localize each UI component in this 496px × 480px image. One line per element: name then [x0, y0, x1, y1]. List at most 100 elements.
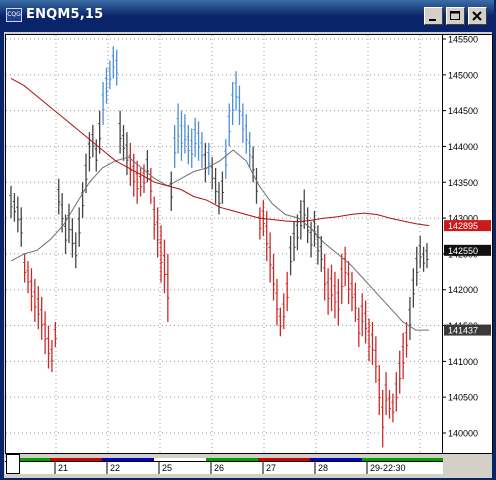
price-bar — [57, 178, 61, 215]
price-bar — [268, 232, 272, 283]
price-bar — [234, 71, 238, 111]
price-tick-label: 145500 — [448, 35, 478, 45]
price-bar — [360, 293, 364, 337]
session-color-segment — [154, 458, 206, 461]
price-bar — [353, 282, 357, 322]
price-bar — [275, 278, 279, 326]
price-bar — [289, 236, 293, 276]
maximize-button[interactable] — [446, 7, 465, 25]
session-color-segment — [206, 458, 258, 461]
price-bar — [404, 321, 409, 358]
chart-area[interactable] — [5, 34, 443, 454]
price-bar — [401, 332, 405, 380]
price-bar — [254, 167, 259, 204]
price-bar — [207, 142, 211, 176]
price-bar — [176, 103, 180, 154]
price-bar — [316, 225, 320, 265]
close-button[interactable] — [468, 7, 487, 25]
price-bar — [16, 196, 20, 233]
price-bar — [128, 142, 132, 186]
price-bar — [111, 46, 115, 79]
close-icon — [472, 11, 482, 21]
price-bar — [346, 261, 351, 305]
price-bar — [237, 85, 242, 125]
price-bar — [210, 157, 214, 190]
price-bar — [387, 390, 392, 419]
price-bar — [343, 246, 347, 287]
price-bar — [336, 278, 340, 326]
window-title: ENQM5,15 — [26, 7, 104, 22]
price-bar — [46, 325, 51, 369]
price-marker-label: 142550 — [448, 246, 478, 256]
price-bar — [50, 339, 54, 373]
price-axis-scale: 1455001450001445001440001435001430001425… — [443, 35, 491, 439]
price-bar — [421, 246, 426, 272]
price-bar — [411, 268, 415, 308]
price-bar — [77, 207, 81, 247]
price-bar — [193, 117, 197, 158]
price-bar — [231, 81, 235, 125]
price-tick-label: 142000 — [448, 285, 478, 295]
minimize-button[interactable] — [424, 7, 443, 25]
price-bar — [340, 253, 344, 305]
price-bar — [179, 110, 184, 161]
price-bar — [186, 124, 190, 165]
price-bar — [108, 60, 112, 90]
price-bar — [357, 307, 361, 348]
price-bar — [190, 128, 194, 168]
time-tick-label: 22 — [110, 463, 120, 473]
price-bar — [115, 49, 119, 86]
price-bar — [101, 81, 105, 125]
price-bar — [125, 132, 129, 176]
time-axis[interactable]: 21 22 25 26 27 28 29-22:30 — [5, 458, 443, 474]
price-tick-label: 140000 — [448, 429, 478, 439]
price-bar — [138, 167, 143, 197]
price-bar — [271, 253, 276, 301]
time-tick-label: 27 — [266, 463, 276, 473]
minimize-icon — [429, 19, 436, 21]
price-bar — [224, 139, 228, 179]
chart-app-icon[interactable]: CQG — [6, 8, 22, 22]
price-bar — [104, 67, 109, 104]
price-bar — [408, 296, 412, 340]
price-bar — [295, 214, 300, 251]
maximize-icon — [450, 11, 460, 20]
price-bar — [121, 124, 126, 161]
price-bar — [149, 167, 153, 204]
price-bar — [43, 311, 47, 355]
price-bar — [312, 210, 317, 247]
price-axis[interactable]: 1455001450001445001440001435001430001425… — [443, 34, 493, 454]
price-tick-label: 145000 — [448, 70, 478, 80]
price-marker-grey: 141437 — [444, 324, 491, 336]
price-bar — [217, 182, 221, 215]
price-tick-label: 141000 — [448, 357, 478, 367]
session-color-segment — [19, 458, 50, 461]
price-bar — [425, 243, 429, 269]
price-bar — [227, 103, 231, 147]
scroll-corner-box[interactable] — [6, 454, 20, 474]
time-tick-label: 29-22:30 — [370, 463, 406, 473]
time-tick-label: 21 — [58, 463, 68, 473]
price-bar — [248, 132, 252, 168]
time-tick-label: 25 — [162, 463, 172, 473]
price-bar — [156, 207, 160, 258]
price-bar — [81, 182, 85, 219]
price-bar — [415, 246, 419, 287]
price-bar — [166, 253, 170, 322]
price-bar — [74, 232, 78, 269]
price-bar — [370, 321, 375, 365]
price-bar — [36, 286, 40, 330]
price-bar — [33, 278, 37, 322]
price-tick-label: 140500 — [448, 393, 478, 403]
price-bar — [67, 203, 71, 244]
price-marker-red: 142895 — [444, 220, 491, 232]
session-color-segment — [258, 458, 310, 461]
price-tick-label: 144000 — [448, 142, 478, 152]
time-tick-label: 26 — [214, 463, 224, 473]
price-bar — [40, 296, 44, 340]
price-tick-label: 143500 — [448, 178, 478, 188]
title-bar[interactable]: CQG ENQM5,15 — [0, 0, 494, 32]
price-bar — [220, 171, 225, 204]
price-bar — [244, 114, 248, 154]
price-bar — [196, 121, 201, 161]
